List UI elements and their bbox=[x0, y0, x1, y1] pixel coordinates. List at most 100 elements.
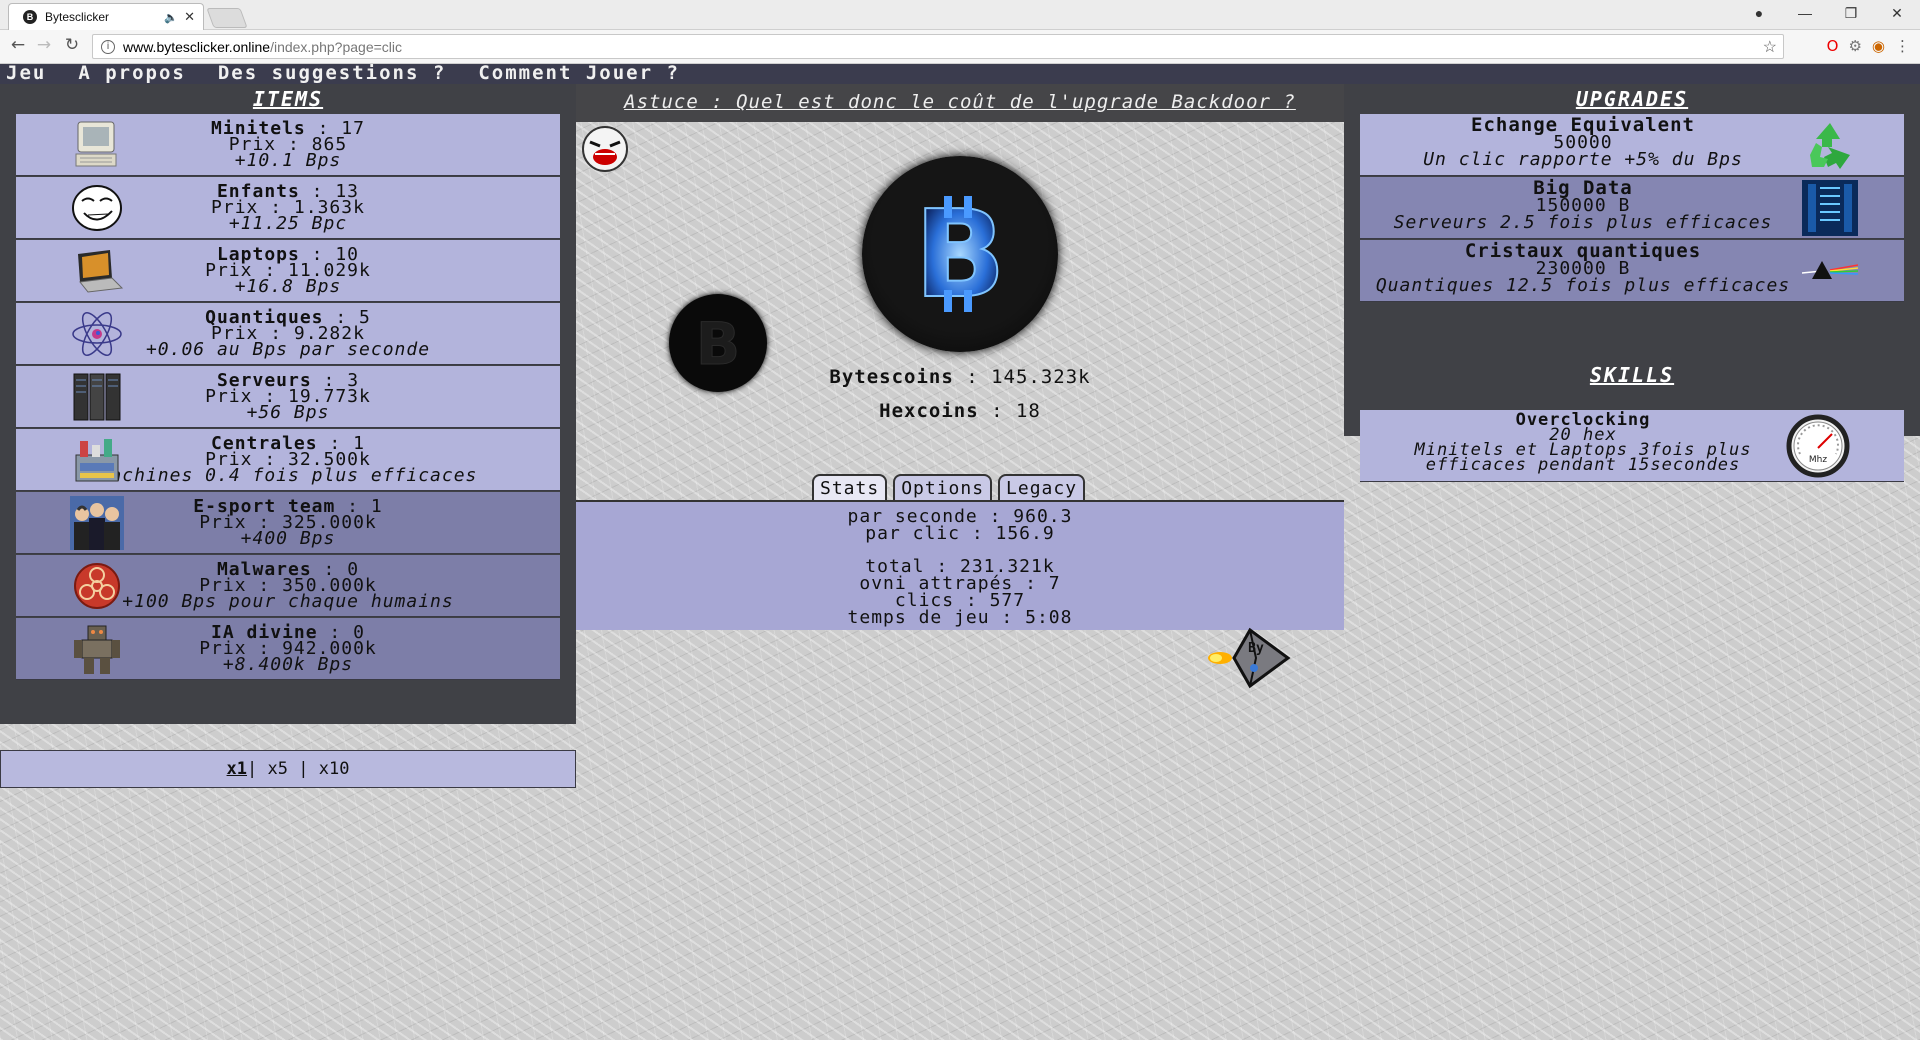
troll-face-icon bbox=[70, 181, 124, 235]
bytescoins-counter: Bytescoins : 145.323k bbox=[829, 366, 1091, 388]
close-tab-icon[interactable]: ✕ bbox=[184, 9, 195, 25]
skills-title: SKILLS bbox=[1589, 363, 1675, 387]
restore-icon[interactable]: ❐ bbox=[1828, 0, 1874, 28]
tab-title: Bytesclicker bbox=[45, 10, 110, 24]
gauge-unit: Mhz bbox=[1809, 455, 1827, 465]
bitcoin-favicon-icon: B bbox=[23, 10, 37, 24]
item-row[interactable]: E-sport team : 1 Prix : 325.000k +400 Bps bbox=[16, 492, 560, 554]
biohazard-icon bbox=[70, 559, 124, 613]
skill-text: Overclocking 20 hex Minitels et Laptops … bbox=[1360, 412, 1806, 475]
address-bar[interactable]: i www.bytesclicker.online/index.php?page… bbox=[92, 34, 1784, 59]
skill-bonus: Minitels et Laptops 3fois plus efficaces… bbox=[1414, 440, 1752, 475]
ship-label: By bbox=[1248, 641, 1264, 656]
items-title: ITEMS bbox=[252, 87, 324, 111]
hexcoins-counter: Hexcoins : 18 bbox=[879, 400, 1041, 422]
nav-suggestions[interactable]: Des suggestions ? bbox=[218, 64, 446, 84]
upgrade-row[interactable]: Echange Equivalent 50000 Un clic rapporte … bbox=[1360, 114, 1904, 176]
upgrades-panel: UPGRADES Echange Equivalent 50000 Un clic … bbox=[1344, 84, 1920, 482]
price-label: Prix bbox=[199, 511, 247, 533]
profile-icon[interactable]: ● bbox=[1736, 0, 1782, 28]
tip-link[interactable]: Astuce : Quel est donc le coût de l'upgr… bbox=[624, 91, 1296, 113]
multiplier-x10[interactable]: x10 bbox=[319, 759, 350, 779]
item-row[interactable]: Minitels : 17 Prix : 865 +10.1 Bps bbox=[16, 114, 560, 176]
server-rack-icon bbox=[70, 370, 124, 424]
reload-icon[interactable]: ↻ bbox=[60, 35, 84, 55]
laptop-icon bbox=[70, 244, 124, 298]
price-label: Prix bbox=[205, 385, 253, 407]
upgrade-bonus: Quantiques 12.5 fois plus efficaces bbox=[1375, 275, 1791, 296]
rage-face-icon[interactable] bbox=[580, 124, 630, 174]
bytescoins-value: 145.323k bbox=[991, 366, 1091, 388]
multiplier-sep: | bbox=[298, 759, 309, 779]
game-page: Jeu A propos Des suggestions ? Comment J… bbox=[0, 64, 1920, 1040]
item-row[interactable]: Laptops : 10 Prix : 11.029k +16.8 Bps bbox=[16, 240, 560, 302]
browser-tab-strip: B Bytesclicker 🔈 ✕ ● — ❐ ✕ bbox=[0, 0, 1920, 30]
hexcoins-label: Hexcoins bbox=[879, 400, 979, 422]
speaker-icon[interactable]: 🔈 bbox=[164, 11, 178, 24]
minitel-icon bbox=[70, 118, 124, 172]
upgrade-bonus: Un clic rapporte +5% du Bps bbox=[1423, 149, 1743, 170]
upgrade-row[interactable]: Cristaux quantiques 230000 B Quantiques 12… bbox=[1360, 240, 1904, 302]
buy-multiplier: x1| x5 | x10 bbox=[0, 750, 576, 788]
upgrade-text: Echange Equivalent 50000 Un clic rapporte … bbox=[1360, 116, 1806, 170]
tab-stats[interactable]: Stats bbox=[812, 474, 888, 500]
robot-icon bbox=[70, 622, 124, 676]
stats-panel: par seconde : 960.3 par clic : 156.9 tot… bbox=[576, 500, 1344, 630]
item-row[interactable]: Malwares : 0 Prix : 350.000k +100 Bps pour… bbox=[16, 555, 560, 617]
hexcoins-value: 18 bbox=[1015, 400, 1041, 422]
multiplier-x1[interactable]: x1 bbox=[227, 759, 247, 779]
upgrade-bonus: Serveurs 2.5 fois plus efficaces bbox=[1393, 212, 1773, 233]
item-row[interactable]: Serveurs : 3 Prix : 19.773k +56 Bps bbox=[16, 366, 560, 428]
item-row[interactable]: IA divine : 0 Prix : 942.000k +8.400k Bps bbox=[16, 618, 560, 680]
upgrade-row[interactable]: Big Data 150000 B Serveurs 2.5 fois plus e… bbox=[1360, 177, 1904, 239]
recycle-icon bbox=[1800, 116, 1860, 174]
big-bitcoin-button[interactable]: B bbox=[862, 156, 1058, 352]
top-navigation: Jeu A propos Des suggestions ? Comment J… bbox=[0, 64, 1920, 84]
stat-per-click: par clic : 156.9 bbox=[865, 523, 1055, 544]
url-host: www.bytesclicker.online bbox=[123, 38, 271, 55]
extension-icons: O ⚙ ◉ ⋮ bbox=[1827, 37, 1910, 55]
bookmark-star-icon[interactable]: ☆ bbox=[1763, 37, 1777, 57]
item-row[interactable]: Centrales : 1 Prix : 32.500k Machines 0.4 … bbox=[16, 429, 560, 491]
window-controls: ● — ❐ ✕ bbox=[1736, 0, 1920, 28]
forward-icon[interactable]: → bbox=[32, 35, 56, 55]
extension-gear-icon[interactable]: ⚙ bbox=[1848, 37, 1861, 55]
nav-comment-jouer[interactable]: Comment Jouer ? bbox=[478, 64, 680, 84]
upgrade-text: Cristaux quantiques 230000 B Quantiques 12… bbox=[1360, 242, 1806, 296]
browser-toolbar: ← → ↻ i www.bytesclicker.online/index.ph… bbox=[0, 30, 1920, 64]
opera-icon[interactable]: O bbox=[1827, 37, 1839, 55]
item-row[interactable]: Quantiques : 5 Prix : 9.282k +0.06 au Bps … bbox=[16, 303, 560, 365]
power-plant-icon bbox=[70, 433, 124, 487]
tab-legacy[interactable]: Legacy bbox=[998, 474, 1086, 500]
datacenter-icon bbox=[1800, 179, 1860, 237]
browser-tab[interactable]: B Bytesclicker 🔈 ✕ bbox=[8, 3, 204, 30]
upgrades-title: UPGRADES bbox=[1575, 87, 1689, 111]
new-tab-button[interactable] bbox=[206, 8, 248, 28]
tip-bar: Astuce : Quel est donc le coût de l'upgr… bbox=[576, 84, 1344, 122]
url-path: /index.php?page=clic bbox=[270, 38, 402, 55]
item-row[interactable]: Enfants : 13 Prix : 1.363k +11.25 Bpc bbox=[16, 177, 560, 239]
multiplier-x5[interactable]: x5 bbox=[268, 759, 288, 779]
upgrade-text: Big Data 150000 B Serveurs 2.5 fois plus e… bbox=[1360, 179, 1806, 233]
speedometer-icon: Mhz bbox=[1786, 414, 1850, 478]
prism-icon bbox=[1800, 242, 1860, 300]
svg-text:B: B bbox=[914, 186, 1005, 325]
minimize-icon[interactable]: — bbox=[1782, 0, 1828, 28]
esport-team-icon bbox=[70, 496, 124, 550]
menu-kebab-icon[interactable]: ⋮ bbox=[1895, 37, 1910, 55]
center-tabs: Stats Options Legacy bbox=[812, 474, 1086, 500]
nav-jeu[interactable]: Jeu bbox=[6, 64, 46, 84]
items-panel: ITEMS Minitels : 17 Prix : 865 +10.1 Bps En… bbox=[0, 84, 576, 724]
close-window-icon[interactable]: ✕ bbox=[1874, 0, 1920, 28]
info-icon[interactable]: i bbox=[101, 39, 115, 54]
multiplier-sep: | bbox=[247, 759, 258, 779]
flying-ship-icon[interactable]: By bbox=[1206, 620, 1296, 690]
nav-a-propos[interactable]: A propos bbox=[78, 64, 186, 84]
back-icon[interactable]: ← bbox=[6, 35, 30, 55]
atom-icon bbox=[70, 307, 124, 361]
extension-circle-icon[interactable]: ◉ bbox=[1872, 37, 1885, 55]
bitcoin-flame-icon: B bbox=[913, 185, 1006, 326]
skill-overclocking[interactable]: Overclocking 20 hex Minitels et Laptops … bbox=[1360, 410, 1904, 482]
bytescoins-label: Bytescoins bbox=[829, 366, 954, 388]
tab-options[interactable]: Options bbox=[893, 474, 993, 500]
